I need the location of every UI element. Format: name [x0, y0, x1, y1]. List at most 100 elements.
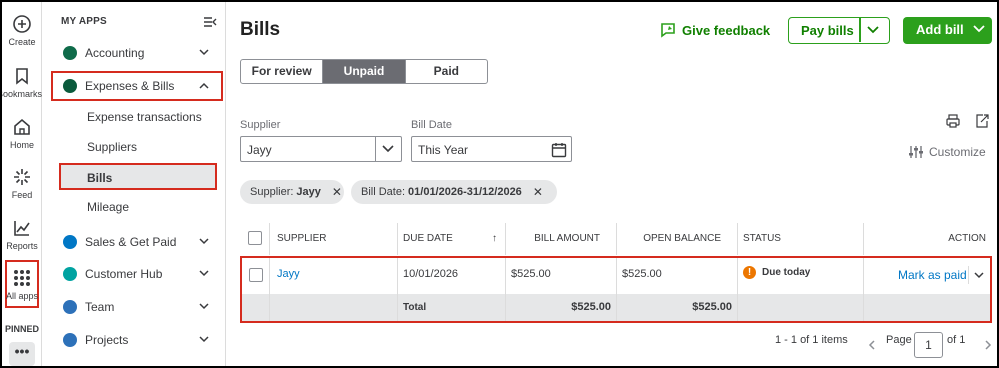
bill-date-select-value: This Year	[418, 143, 469, 157]
calendar-icon[interactable]	[551, 142, 567, 158]
total-open-balance: $525.00	[617, 294, 738, 321]
row-action-cell: Mark as paid	[864, 258, 990, 294]
menu-item-accounting[interactable]: Accounting	[53, 39, 221, 67]
col-status[interactable]: STATUS	[738, 223, 864, 255]
bookmark-icon	[16, 68, 28, 85]
print-icon[interactable]	[946, 114, 960, 128]
chevron-down-icon[interactable]	[867, 25, 879, 35]
submenu-bills[interactable]: Bills	[59, 163, 217, 190]
plus-circle-icon	[13, 15, 31, 33]
team-app-icon	[63, 300, 77, 314]
chevron-down-icon[interactable]	[973, 24, 985, 34]
total-empty-cell	[270, 294, 398, 321]
col-due-date[interactable]: DUE DATE ↑	[398, 223, 506, 255]
sparkle-icon	[14, 169, 30, 185]
submenu-expense-transactions[interactable]: Expense transactions	[87, 110, 202, 124]
chevron-down-icon[interactable]	[974, 270, 984, 280]
submenu-mileage[interactable]: Mileage	[87, 200, 129, 214]
left-rail: Create Bookmarks Home Feed Reports All a…	[2, 2, 42, 366]
close-icon[interactable]: ✕	[332, 185, 342, 199]
accounting-app-icon	[63, 46, 77, 60]
col-open-balance[interactable]: OPEN BALANCE	[617, 223, 738, 255]
customize-button[interactable]: Customize	[908, 145, 986, 159]
select-divider	[375, 137, 376, 161]
submenu-bills-label: Bills	[87, 171, 113, 185]
row-checkbox[interactable]	[249, 268, 263, 282]
tab-unpaid[interactable]: Unpaid	[322, 60, 405, 83]
chevron-up-icon	[199, 82, 209, 89]
rail-all-apps[interactable]: All apps	[2, 268, 42, 301]
mark-as-paid-link[interactable]: Mark as paid	[898, 268, 967, 282]
col-action: ACTION	[948, 233, 986, 244]
give-feedback-link[interactable]: Give feedback	[660, 22, 770, 38]
bill-date-select[interactable]: This Year	[411, 136, 572, 162]
total-empty-cell	[738, 294, 864, 321]
row-supplier-link[interactable]: Jayy	[270, 258, 398, 294]
warning-icon: !	[743, 266, 756, 279]
rail-home-label: Home	[9, 140, 34, 150]
menu-item-expenses-bills[interactable]: Expenses & Bills	[51, 71, 223, 101]
select-all-checkbox[interactable]	[248, 231, 262, 245]
rail-feed-label: Feed	[11, 190, 33, 200]
submenu-suppliers[interactable]: Suppliers	[87, 140, 137, 154]
menu-header: MY APPS	[61, 16, 107, 27]
more-button[interactable]: •••	[9, 342, 35, 366]
chip-key: Bill Date:	[361, 186, 406, 198]
filter-chip-supplier: Supplier: Jayy ✕	[240, 180, 344, 204]
pinned-heading: PINNED	[4, 324, 39, 334]
collapse-menu-icon[interactable]	[203, 16, 217, 28]
projects-app-icon	[63, 333, 77, 347]
bill-status-tabs: For review Unpaid Paid	[240, 59, 488, 84]
supplier-select[interactable]: Jayy	[240, 136, 402, 162]
chevron-down-icon	[199, 238, 209, 245]
total-label: Total	[398, 294, 506, 321]
split-divider	[859, 18, 861, 42]
rail-feed[interactable]: Feed	[2, 167, 42, 200]
total-empty-cell	[242, 294, 270, 321]
row-bill-amount: $525.00	[506, 258, 617, 294]
row-status-label: Due today	[762, 267, 811, 279]
rail-reports-label: Reports	[6, 241, 38, 251]
pager-page-label: Page	[886, 334, 912, 346]
add-bill-button[interactable]: Add bill	[903, 17, 992, 44]
chevron-down-icon	[199, 49, 209, 56]
menu-item-team[interactable]: Team	[53, 293, 221, 321]
export-icon[interactable]	[975, 114, 989, 128]
expenses-app-icon	[63, 79, 77, 93]
rail-create[interactable]: Create	[2, 14, 42, 47]
row-due-date: 10/01/2026	[398, 258, 506, 294]
supplier-select-value: Jayy	[247, 143, 272, 157]
rail-bookmarks[interactable]: Bookmarks	[2, 66, 42, 99]
table-header: SUPPLIER DUE DATE ↑ BILL AMOUNT OPEN BAL…	[240, 223, 992, 255]
home-icon	[14, 118, 30, 135]
pager-of-label: of 1	[947, 334, 966, 346]
chevron-left-icon[interactable]	[868, 340, 876, 350]
chevron-right-icon[interactable]	[984, 340, 992, 350]
give-feedback-label: Give feedback	[682, 22, 771, 38]
menu-item-sales[interactable]: Sales & Get Paid	[53, 228, 221, 256]
menu-item-customer-hub[interactable]: Customer Hub	[53, 260, 221, 288]
tab-paid[interactable]: Paid	[404, 60, 487, 83]
chip-value: Jayy	[296, 186, 321, 198]
col-bill-amount[interactable]: BILL AMOUNT	[506, 223, 617, 255]
feedback-icon	[661, 23, 675, 38]
chevron-down-icon	[199, 336, 209, 343]
pay-bills-button[interactable]: Pay bills	[788, 17, 890, 44]
rail-all-apps-label: All apps	[5, 291, 39, 301]
total-row: Total $525.00 $525.00	[242, 294, 990, 321]
menu-item-projects[interactable]: Projects	[53, 326, 221, 354]
page-number-input[interactable]: 1	[914, 332, 943, 358]
tab-for-review[interactable]: For review	[241, 60, 322, 83]
select-all-cell	[240, 223, 270, 255]
menu-item-label: Accounting	[85, 46, 145, 60]
customize-label: Customize	[929, 145, 986, 159]
col-due-date-label: DUE DATE	[403, 233, 453, 244]
table-body-highlight: Jayy 10/01/2026 $525.00 $525.00 ! Due tod…	[240, 256, 992, 323]
rail-bookmarks-label: Bookmarks	[2, 89, 42, 99]
close-icon[interactable]: ✕	[533, 185, 543, 199]
rail-home[interactable]: Home	[2, 117, 42, 150]
action-divider	[968, 266, 969, 284]
col-supplier[interactable]: SUPPLIER	[270, 223, 398, 255]
rail-reports[interactable]: Reports	[2, 218, 42, 251]
chevron-down-icon	[199, 303, 209, 310]
